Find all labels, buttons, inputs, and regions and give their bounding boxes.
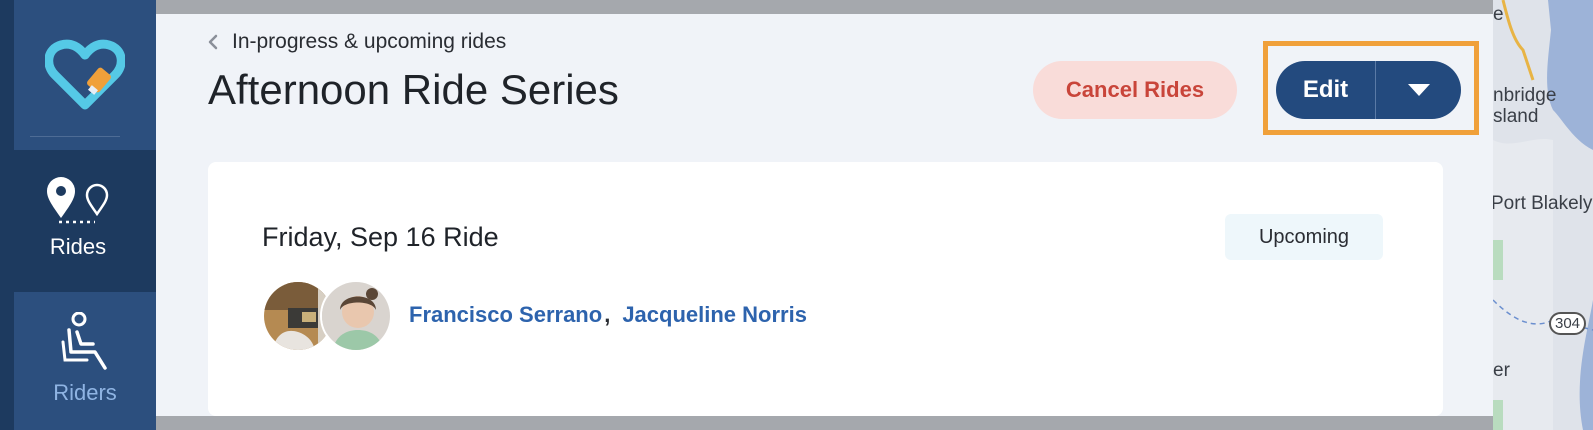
edit-split-button: Edit bbox=[1276, 61, 1461, 119]
map-label: nbridge bbox=[1493, 85, 1557, 106]
riders-list: Francisco Serrano , Jacqueline Norris bbox=[409, 302, 807, 328]
map-label: er bbox=[1493, 360, 1510, 381]
map-pins-icon bbox=[47, 177, 109, 224]
ride-card[interactable]: Friday, Sep 16 Ride Upcoming Francisco S… bbox=[208, 162, 1443, 416]
sidebar: Rides Riders bbox=[0, 0, 156, 430]
sidebar-item-label: Rides bbox=[49, 234, 107, 259]
sidebar-item-label: Riders bbox=[53, 380, 117, 405]
sidebar-divider bbox=[30, 136, 120, 137]
map-label: Port Blakely bbox=[1493, 193, 1593, 214]
chevron-left-icon bbox=[208, 34, 218, 50]
breadcrumb-label[interactable]: In-progress & upcoming rides bbox=[232, 30, 506, 54]
app-logo[interactable] bbox=[14, 0, 156, 150]
breadcrumb[interactable]: In-progress & upcoming rides bbox=[208, 30, 506, 54]
edit-button[interactable]: Edit bbox=[1276, 61, 1376, 119]
map-label: e bbox=[1493, 4, 1504, 25]
ride-title: Friday, Sep 16 Ride bbox=[262, 222, 499, 252]
map-view[interactable]: e nbridge sland Port Blakely 304 er bbox=[1493, 0, 1593, 430]
avatar bbox=[320, 280, 392, 352]
highway-shield-304: 304 bbox=[1549, 312, 1587, 335]
rider-separator: , bbox=[604, 302, 611, 327]
page-title: Afternoon Ride Series bbox=[208, 66, 619, 113]
ride-series-panel: In-progress & upcoming rides Afternoon R… bbox=[156, 14, 1493, 416]
avatar-photo bbox=[322, 282, 390, 350]
cancel-rides-button[interactable]: Cancel Rides bbox=[1033, 61, 1237, 119]
rider-link[interactable]: Francisco Serrano bbox=[409, 302, 602, 328]
rider-link[interactable]: Jacqueline Norris bbox=[622, 302, 807, 328]
heart-seatbelt-icon bbox=[45, 39, 125, 110]
seated-person-icon bbox=[61, 312, 107, 370]
sidebar-item-riders[interactable]: Riders bbox=[14, 292, 156, 430]
edit-dropdown-button[interactable] bbox=[1376, 61, 1461, 119]
caret-down-icon bbox=[1407, 84, 1430, 96]
status-badge: Upcoming bbox=[1225, 214, 1383, 260]
map-label: sland bbox=[1493, 106, 1539, 127]
sidebar-item-rides[interactable]: Rides bbox=[0, 152, 156, 292]
rider-avatars bbox=[262, 280, 394, 354]
